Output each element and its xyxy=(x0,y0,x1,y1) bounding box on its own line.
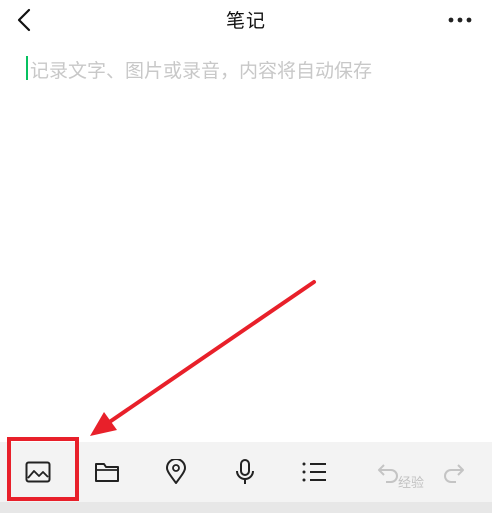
insert-list-button[interactable] xyxy=(288,442,340,502)
header-bar: 笔记 xyxy=(0,0,492,40)
bottom-safe-area xyxy=(0,502,492,513)
list-icon xyxy=(302,462,326,482)
annotation-highlight-box xyxy=(7,437,79,501)
record-voice-button[interactable] xyxy=(219,442,271,502)
arrow-head-icon xyxy=(90,412,117,436)
watermark: 经验 xyxy=(378,462,468,502)
watermark-text: 经验 xyxy=(398,476,425,491)
page-title: 笔记 xyxy=(225,10,266,32)
note-text-input[interactable]: 记录文字、图片或录音，内容将自动保存 xyxy=(26,53,466,83)
folder-icon xyxy=(95,463,119,482)
more-options-button[interactable] xyxy=(444,8,476,32)
insert-location-button[interactable] xyxy=(150,442,202,502)
insert-file-button[interactable] xyxy=(81,442,133,502)
note-placeholder: 记录文字、图片或录音，内容将自动保存 xyxy=(30,60,373,82)
more-dots-icon xyxy=(448,17,472,23)
microphone-icon xyxy=(236,459,254,484)
location-pin-icon xyxy=(166,459,186,484)
text-cursor xyxy=(26,56,28,80)
